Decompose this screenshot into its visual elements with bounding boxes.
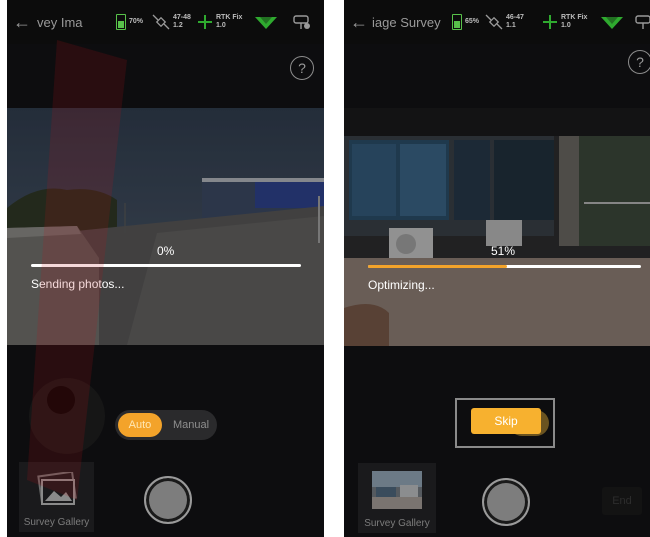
progress-bar bbox=[31, 264, 301, 267]
battery-indicator: 70% bbox=[116, 0, 143, 44]
screen-title: vey Ima bbox=[37, 14, 83, 30]
signal-indicator bbox=[253, 0, 279, 44]
signal-icon bbox=[601, 17, 623, 29]
progress-label: 51% bbox=[491, 244, 516, 258]
signal-indicator bbox=[599, 0, 625, 44]
rtk-value: 1.0 bbox=[561, 22, 571, 29]
joystick[interactable] bbox=[29, 378, 105, 454]
status-text: Optimizing... bbox=[368, 278, 435, 292]
satellite-precision: 1.2 bbox=[173, 22, 183, 29]
camera-preview: 0% Sending photos... bbox=[7, 108, 324, 345]
satellite-icon bbox=[152, 14, 170, 30]
rtk-status: RTK Fix bbox=[216, 14, 243, 21]
rc-indicator bbox=[291, 0, 313, 44]
battery-icon bbox=[452, 14, 462, 30]
battery-indicator: 65% bbox=[452, 0, 479, 44]
satellite-precision: 1.1 bbox=[506, 22, 516, 29]
right-screen: ← iage Survey 65% 46-47 1.1 RTK Fix 1.0 … bbox=[344, 0, 650, 537]
progress-fill bbox=[368, 265, 508, 268]
gallery-icon bbox=[37, 472, 77, 505]
help-icon[interactable]: ? bbox=[628, 50, 650, 74]
survey-gallery-button[interactable]: Survey Gallery bbox=[358, 463, 436, 533]
help-icon[interactable]: ? bbox=[290, 56, 314, 80]
skip-highlight-frame: al Skip bbox=[455, 398, 555, 448]
satellite-icon bbox=[485, 14, 503, 30]
satellite-indicator: 46-47 1.1 bbox=[484, 0, 524, 44]
mode-auto-option[interactable]: Auto bbox=[118, 413, 162, 437]
end-button[interactable]: End bbox=[602, 487, 642, 515]
crosshair-icon bbox=[543, 15, 557, 29]
crosshair-icon bbox=[198, 15, 212, 29]
left-screen: ← vey Ima 70% 47-48 1.2 RTK Fix 1.0 ? 0%… bbox=[7, 0, 324, 537]
back-arrow-icon[interactable]: ← bbox=[350, 0, 368, 44]
survey-gallery-button[interactable]: Survey Gallery bbox=[19, 462, 94, 532]
gallery-label: Survey Gallery bbox=[23, 517, 90, 528]
mode-toggle[interactable]: Auto Manual bbox=[115, 410, 217, 440]
skip-button[interactable]: Skip bbox=[471, 408, 541, 434]
rtk-status: RTK Fix bbox=[561, 14, 588, 21]
gallery-thumbnail bbox=[372, 471, 422, 509]
shutter-button[interactable] bbox=[144, 476, 192, 524]
camera-preview: 51% Optimizing... bbox=[344, 108, 650, 346]
progress-label: 0% bbox=[157, 244, 175, 258]
preview-image bbox=[7, 108, 324, 345]
screen-title: iage Survey bbox=[372, 14, 441, 30]
rtk-indicator: RTK Fix 1.0 bbox=[542, 0, 587, 44]
rtk-value: 1.0 bbox=[216, 22, 226, 29]
back-arrow-icon[interactable]: ← bbox=[13, 0, 31, 44]
joystick-knob[interactable] bbox=[47, 386, 75, 414]
satellite-indicator: 47-48 1.2 bbox=[151, 0, 191, 44]
satellite-count: 47-48 bbox=[173, 14, 191, 21]
shutter-button[interactable] bbox=[482, 478, 530, 526]
remote-controller-icon bbox=[635, 15, 650, 29]
battery-icon bbox=[116, 14, 126, 30]
top-bar: ← iage Survey 65% 46-47 1.1 RTK Fix 1.0 bbox=[344, 0, 650, 44]
top-bar: ← vey Ima 70% 47-48 1.2 RTK Fix 1.0 bbox=[7, 0, 324, 44]
satellite-count: 46-47 bbox=[506, 14, 524, 21]
progress-bar bbox=[368, 265, 641, 268]
mode-manual-option[interactable]: Manual bbox=[167, 410, 215, 440]
rc-indicator bbox=[634, 0, 650, 44]
remote-controller-icon bbox=[293, 15, 310, 29]
battery-level: 70% bbox=[129, 18, 144, 25]
battery-level: 65% bbox=[465, 18, 480, 25]
signal-icon bbox=[255, 17, 277, 29]
rtk-indicator: RTK Fix 1.0 bbox=[197, 0, 242, 44]
status-text: Sending photos... bbox=[31, 277, 125, 291]
gallery-label: Survey Gallery bbox=[364, 518, 430, 529]
preview-image bbox=[344, 108, 650, 346]
